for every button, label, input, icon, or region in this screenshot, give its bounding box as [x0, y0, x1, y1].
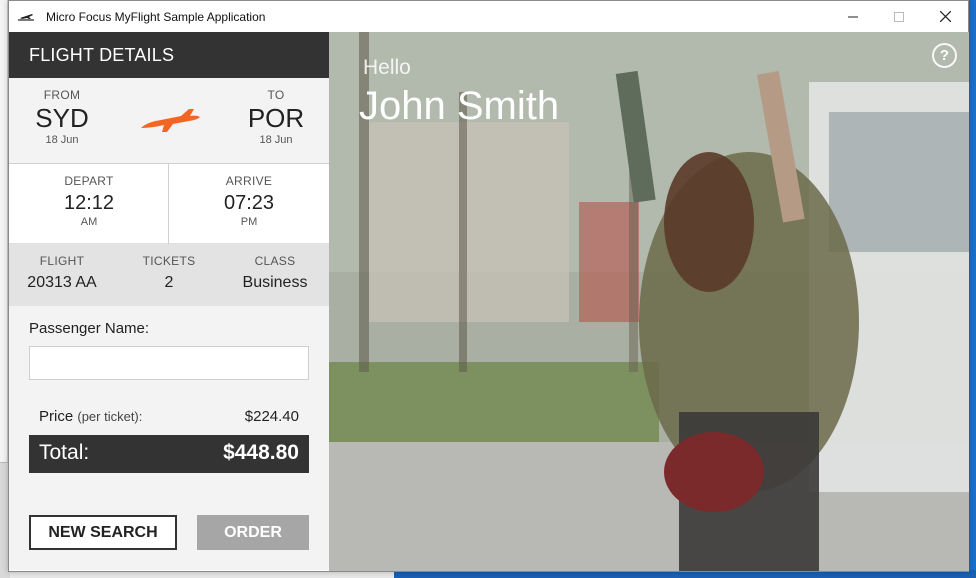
total-label: Total:	[39, 441, 90, 464]
flight-value: 20313 AA	[27, 274, 97, 291]
airplane-icon	[16, 10, 36, 24]
passenger-name-label: Passenger Name:	[29, 320, 150, 337]
tickets: TICKETS 2	[116, 254, 222, 292]
maximize-icon	[894, 11, 904, 22]
class-label: CLASS	[254, 254, 296, 268]
origin: FROM SYD 18 Jun	[17, 88, 107, 146]
total-bar: Total: $448.80	[29, 435, 309, 473]
close-icon	[939, 11, 951, 22]
arrive: ARRIVE 07:23 PM	[169, 174, 329, 228]
price-label: Price (per ticket):	[39, 408, 142, 425]
from-label: FROM	[43, 88, 81, 102]
window-title: Micro Focus MyFlight Sample Application	[46, 9, 266, 24]
route-section: FROM SYD 18 Jun TO POR 18 Jun	[9, 78, 329, 164]
from-code: SYD	[35, 103, 89, 133]
price-per-ticket-label: (per ticket):	[77, 409, 143, 424]
minimize-icon	[848, 16, 858, 17]
arrive-label: ARRIVE	[225, 174, 273, 188]
passenger-name-input[interactable]	[29, 346, 309, 380]
help-button[interactable]: ?	[932, 43, 957, 68]
panel-header: FLIGHT DETAILS	[9, 32, 329, 78]
title-bar[interactable]: Micro Focus MyFlight Sample Application	[9, 1, 968, 32]
user-name: John Smith	[359, 84, 560, 128]
pricing-section: Price (per ticket): $224.40 Total: $448.…	[9, 394, 329, 570]
hero-image: Hello John Smith ?	[329, 32, 969, 571]
flight-number: FLIGHT 20313 AA	[9, 254, 115, 292]
class-value: Business	[242, 274, 308, 291]
depart-time: 12:12	[63, 192, 115, 214]
times-section: DEPART 12:12 AM ARRIVE 07:23 PM	[9, 164, 329, 244]
flight-details-panel: FLIGHT DETAILS FROM SYD 18 Jun TO POR 18…	[9, 32, 329, 571]
travel-class: CLASS Business	[222, 254, 328, 292]
flight-label: FLIGHT	[39, 254, 85, 268]
arrive-ampm: PM	[240, 216, 258, 228]
depart-label: DEPART	[64, 174, 114, 188]
from-date: 18 Jun	[45, 134, 79, 146]
greeting: Hello	[363, 56, 411, 79]
new-search-button[interactable]: NEW SEARCH	[29, 515, 177, 550]
destination: TO POR 18 Jun	[231, 88, 321, 146]
tickets-value: 2	[164, 274, 174, 291]
desktop-background-right	[968, 0, 976, 578]
flight-info-section: FLIGHT 20313 AA TICKETS 2 CLASS Business	[9, 244, 329, 306]
passenger-section: Passenger Name:	[9, 306, 329, 394]
airplane-icon	[141, 109, 200, 132]
close-button[interactable]	[922, 1, 968, 32]
help-icon: ?	[939, 47, 950, 64]
tickets-label: TICKETS	[142, 254, 196, 268]
to-code: POR	[247, 103, 305, 133]
maximize-button[interactable]	[876, 1, 922, 32]
order-button[interactable]: ORDER	[197, 515, 309, 550]
depart-ampm: AM	[80, 216, 98, 228]
price-label-text: Price	[39, 408, 74, 425]
depart: DEPART 12:12 AM	[9, 174, 169, 228]
to-label: TO	[267, 88, 285, 102]
price-value: $224.40	[244, 408, 299, 425]
minimize-button[interactable]	[830, 1, 876, 32]
to-date: 18 Jun	[259, 134, 293, 146]
total-value: $448.80	[223, 441, 299, 464]
arrive-time: 07:23	[223, 192, 275, 214]
price-row: Price (per ticket): $224.40	[39, 408, 299, 428]
app-window: Micro Focus MyFlight Sample Application …	[8, 0, 969, 572]
